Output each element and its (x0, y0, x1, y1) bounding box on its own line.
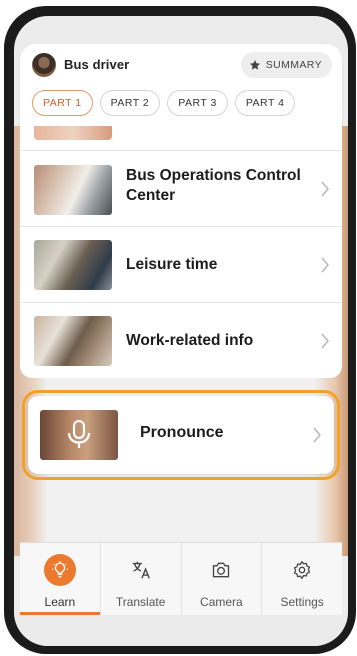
phone-frame: Bus driver SUMMARY PART 1 PART 2 PART 3 … (4, 6, 356, 654)
tab-part-3[interactable]: PART 3 (167, 90, 228, 116)
tab-part-2[interactable]: PART 2 (99, 90, 161, 116)
nav-label: Translate (115, 595, 166, 609)
nav-label: Camera (200, 595, 243, 609)
list-item-label: Leisure time (126, 256, 218, 273)
star-icon (249, 60, 260, 70)
summary-button[interactable]: SUMMARY (240, 52, 332, 78)
lesson-header: Bus driver SUMMARY PART 1 PART 2 PART 3 … (20, 44, 342, 126)
pronounce-label: Pronounce (140, 424, 224, 441)
system-bar (14, 615, 348, 646)
nav-label: Settings (280, 595, 324, 609)
translate-icon (130, 559, 152, 581)
work-related-info-thumbnail (34, 316, 112, 366)
lightbulb-icon (43, 554, 76, 586)
tab-part-1[interactable]: PART 1 (32, 90, 93, 116)
chevron-right-icon (321, 333, 329, 349)
microphone-icon (67, 420, 91, 448)
pronounce-thumbnail (40, 410, 118, 460)
list-item-leisure-time[interactable]: Leisure time (20, 226, 342, 303)
leisure-time-thumbnail (34, 240, 112, 290)
camera-icon (210, 559, 232, 581)
list-item-label: Bus Operations Control Center (126, 167, 301, 204)
tab-part-4[interactable]: PART 4 (234, 90, 296, 116)
bus-operations-thumbnail (34, 165, 112, 215)
gear-icon (291, 559, 313, 581)
nav-camera[interactable]: Camera (182, 543, 263, 615)
chevron-right-icon (313, 427, 321, 443)
screen: Bus driver SUMMARY PART 1 PART 2 PART 3 … (14, 16, 348, 646)
nav-settings[interactable]: Settings (262, 543, 342, 615)
lesson-title: Bus driver (64, 57, 130, 72)
pronounce-card[interactable]: Pronounce (28, 396, 334, 474)
part-tabs: PART 1 PART 2 PART 3 PART 4 (32, 90, 296, 116)
nav-label: Learn (44, 595, 76, 609)
partial-thumbnail (34, 126, 112, 140)
list-item-bus-operations[interactable]: Bus Operations Control Center (20, 150, 342, 227)
chevron-right-icon (321, 181, 329, 197)
nav-translate[interactable]: Translate (101, 543, 182, 615)
bottom-navigation: Learn Translate Camera Settings (20, 542, 342, 615)
topic-list: Bus Operations Control Center Leisure ti… (20, 126, 342, 378)
list-item-label: Work-related info (126, 332, 254, 349)
lesson-avatar (32, 53, 56, 77)
list-item-work-related-info[interactable]: Work-related info (20, 302, 342, 378)
nav-learn[interactable]: Learn (20, 543, 101, 615)
summary-label: SUMMARY (265, 59, 322, 71)
chevron-right-icon (321, 257, 329, 273)
